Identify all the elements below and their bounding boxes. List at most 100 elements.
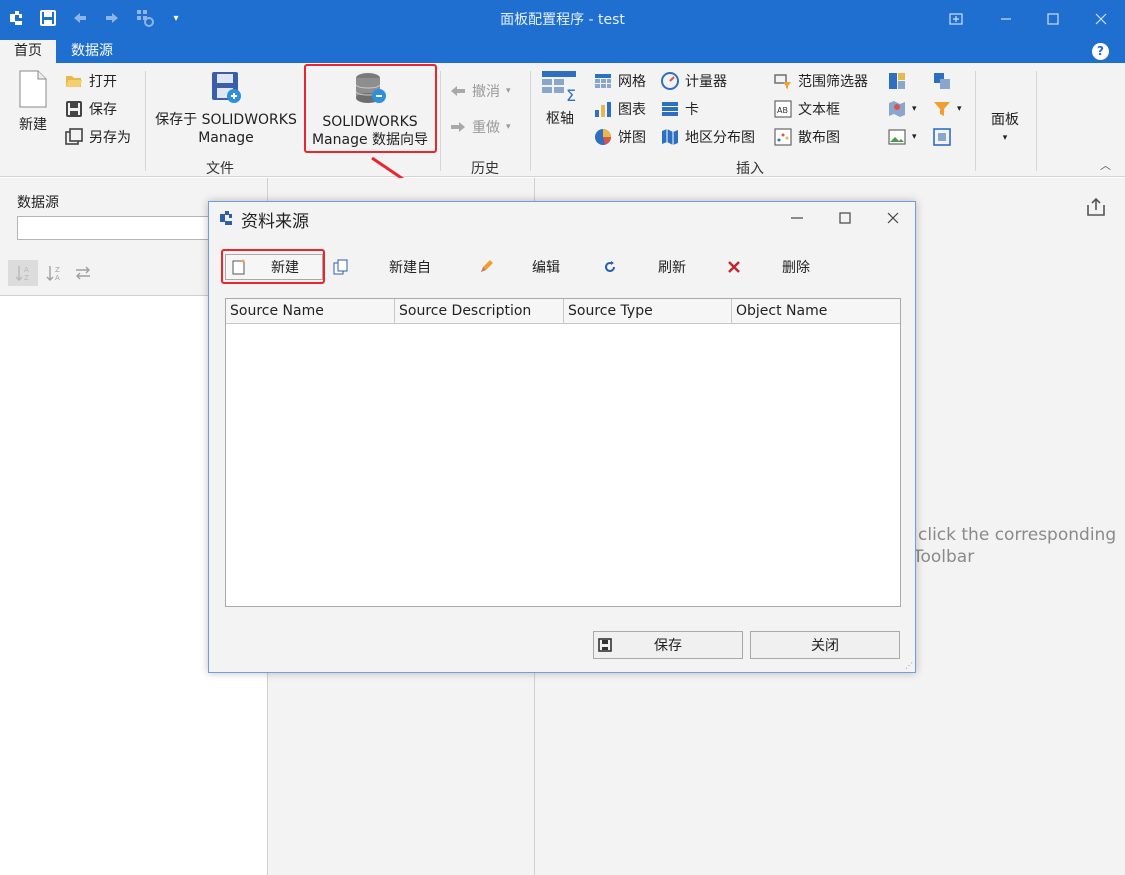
choropleth-map-button[interactable]: 地区分布图 [661, 127, 755, 147]
choropleth-map-label: 地区分布图 [685, 130, 755, 146]
open-button[interactable]: 打开 [65, 71, 117, 91]
dialog-refresh-button[interactable]: 刷新 [602, 254, 686, 280]
tab-container-icon [933, 128, 951, 146]
ribbon-separator [1036, 71, 1037, 171]
undo-button[interactable]: 撤消 ▾ [450, 81, 511, 101]
dialog-close-button[interactable] [883, 208, 903, 232]
tab-home[interactable]: 首页 [0, 40, 56, 63]
bar-chart-icon [595, 102, 611, 117]
save-to-sw-line2: Manage [198, 130, 254, 146]
redo-arrow-icon [451, 122, 465, 132]
delete-icon [728, 261, 740, 273]
save-label: 保存 [89, 102, 117, 118]
card-icon [662, 102, 678, 116]
grid-button[interactable]: 网格 [594, 71, 646, 91]
column-header-object-name[interactable]: Object Name [732, 299, 900, 324]
wizard-highlight-box [304, 64, 437, 153]
tab-container-button[interactable] [933, 127, 951, 147]
close-button[interactable] [1078, 0, 1124, 37]
scatter-button[interactable]: 散布图 [774, 127, 840, 147]
save-to-sw-manage-button[interactable]: 保存于 SOLIDWORKS Manage [152, 68, 300, 147]
column-header-source-name[interactable]: Source Name [226, 299, 395, 324]
geo-map-button[interactable]: ▾ [888, 99, 917, 119]
ribbon-separator [145, 71, 146, 171]
range-filter-icon [774, 74, 791, 89]
save-as-button[interactable]: 另存为 [65, 127, 131, 147]
save-to-sw-line1: 保存于 SOLIDWORKS [155, 112, 297, 128]
gauge-button[interactable]: 计量器 [661, 71, 727, 91]
resize-grip-icon[interactable]: ⋰ [905, 661, 913, 670]
pivot-label: 枢轴 [546, 111, 574, 127]
sort-ascending-icon[interactable]: AZ [8, 260, 38, 286]
treemap-button[interactable] [888, 71, 906, 91]
pivot-button[interactable]: Σ 枢轴 [537, 69, 583, 128]
refresh-icon [605, 261, 615, 272]
export-icon[interactable] [1085, 196, 1107, 222]
data-source-table: Source Name Source Description Source Ty… [225, 298, 901, 607]
tab-data-source[interactable]: 数据源 [57, 40, 127, 63]
card-button[interactable]: 卡 [661, 99, 699, 119]
dialog-refresh-label: 刷新 [658, 260, 686, 276]
chart-button[interactable]: 图表 [594, 99, 646, 119]
dialog-close-text-button[interactable]: 关闭 [750, 631, 900, 659]
geo-point-map-icon [889, 101, 905, 117]
pivot-icon: Σ [542, 71, 576, 105]
dialog-edit-button[interactable]: 编辑 [478, 254, 560, 280]
group-label-history: 历史 [471, 161, 499, 177]
data-source-dialog: 资料来源 新建 新建自 编辑 刷新 删除 Source Name Source … [208, 201, 916, 673]
range-filter-button[interactable]: 范围筛选器 [774, 71, 868, 91]
panel-label: 面板 [991, 112, 1019, 128]
dialog-close-label: 关闭 [811, 638, 839, 654]
image-button[interactable]: ▾ [888, 127, 917, 147]
data-source-pane-title: 数据源 [17, 195, 59, 211]
surface-hint-line1: click the corresponding [918, 525, 1117, 545]
redo-dropdown-icon: ▾ [506, 122, 511, 132]
group-icon [934, 73, 950, 89]
grid-icon [595, 74, 611, 88]
textbox-button[interactable]: AB 文本框 [774, 99, 840, 119]
folder-open-icon [66, 76, 82, 87]
svg-text:A: A [55, 274, 60, 282]
sort-descending-icon[interactable]: ZA [43, 260, 65, 286]
image-icon [888, 129, 906, 145]
ribbon: 新建 打开 保存 另存为 保存于 SOLIDWORKS Manage 文件 SO… [0, 63, 1125, 177]
filter-icon [934, 102, 950, 116]
title-bar: ▾ 面板配置程序 - test [0, 0, 1125, 37]
table-header: Source Name Source Description Source Ty… [226, 299, 900, 324]
svg-text:Z: Z [24, 274, 29, 282]
collapse-ribbon-icon[interactable]: ︿ [1100, 157, 1111, 173]
dialog-edit-label: 编辑 [532, 260, 560, 276]
scatter-icon [774, 128, 792, 146]
column-header-source-description[interactable]: Source Description [395, 299, 564, 324]
open-label: 打开 [89, 74, 117, 90]
swap-icon[interactable] [72, 260, 94, 286]
dialog-minimize-button[interactable] [787, 208, 807, 232]
restore-ribbon-icon[interactable] [933, 0, 979, 37]
pie-button[interactable]: 饼图 [594, 127, 646, 147]
grid-label: 网格 [618, 74, 646, 90]
svg-text:A: A [24, 266, 29, 274]
data-source-dropdown-value [18, 220, 22, 236]
dialog-new-from-button[interactable]: 新建自 [333, 254, 431, 280]
group-label-file: 文件 [206, 161, 234, 177]
save-icon [598, 638, 612, 652]
minimize-button[interactable] [983, 0, 1029, 37]
dialog-app-icon [217, 208, 237, 232]
panel-button[interactable]: 面板 ▾ [983, 111, 1027, 147]
maximize-button[interactable] [1030, 0, 1076, 37]
geo-map-dropdown-icon: ▾ [912, 104, 917, 114]
filter-element-button[interactable]: ▾ [933, 99, 962, 119]
column-header-source-type[interactable]: Source Type [564, 299, 732, 324]
undo-arrow-icon [451, 86, 465, 96]
dialog-maximize-button[interactable] [835, 208, 855, 232]
dialog-save-button[interactable]: 保存 [593, 631, 743, 659]
redo-button[interactable]: 重做 ▾ [450, 117, 511, 137]
dialog-delete-button[interactable]: 删除 [726, 254, 810, 280]
new-dashboard-button[interactable]: 新建 [8, 69, 58, 134]
group-button[interactable] [933, 71, 951, 91]
textbox-label: 文本框 [798, 102, 840, 118]
help-icon[interactable]: ? [1092, 43, 1109, 60]
new-dashboard-label: 新建 [19, 117, 47, 133]
scatter-label: 散布图 [798, 130, 840, 146]
save-button[interactable]: 保存 [65, 99, 117, 119]
